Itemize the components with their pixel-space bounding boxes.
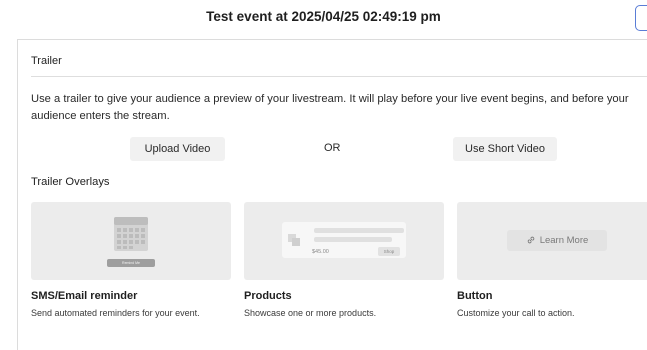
product-price: $45.00 [312, 249, 329, 255]
card-description: Customize your call to action. [457, 308, 575, 318]
card-title: Button [457, 290, 493, 302]
product-desc-placeholder [314, 237, 392, 242]
button-thumbnail[interactable]: Learn More [457, 202, 647, 280]
card-title: SMS/Email reminder [31, 290, 138, 302]
trailer-description: Use a trailer to give your audience a pr… [31, 93, 629, 122]
event-title: Test event at 2025/04/25 02:49:19 pm [206, 9, 441, 24]
link-icon [527, 236, 534, 244]
learn-more-pill: Learn More [507, 230, 607, 251]
learn-more-label: Learn More [539, 235, 589, 246]
product-image-icon [288, 234, 300, 246]
card-description: Send automated reminders for your event. [31, 308, 200, 318]
shop-pill: Shop [378, 247, 400, 256]
top-right-button[interactable] [635, 5, 647, 31]
use-short-video-button[interactable]: Use Short Video [453, 137, 557, 161]
trailer-panel: Trailer Use a trailer to give your audie… [17, 39, 647, 350]
section-title: Trailer [31, 55, 62, 67]
card-description: Showcase one or more products. [244, 308, 377, 318]
trailer-overlays-title: Trailer Overlays [31, 176, 110, 188]
product-preview: $45.00 Shop [282, 222, 406, 258]
remind-me-pill: Remind Me [107, 259, 155, 267]
calendar-icon [114, 217, 148, 251]
product-name-placeholder [314, 228, 404, 233]
or-label: OR [324, 142, 341, 154]
section-divider [31, 76, 647, 77]
sms-reminder-thumbnail[interactable]: Remind Me [31, 202, 231, 280]
card-title: Products [244, 290, 292, 302]
upload-video-button[interactable]: Upload Video [130, 137, 225, 161]
top-bar: Test event at 2025/04/25 02:49:19 pm [0, 0, 647, 36]
products-thumbnail[interactable]: $45.00 Shop [244, 202, 444, 280]
